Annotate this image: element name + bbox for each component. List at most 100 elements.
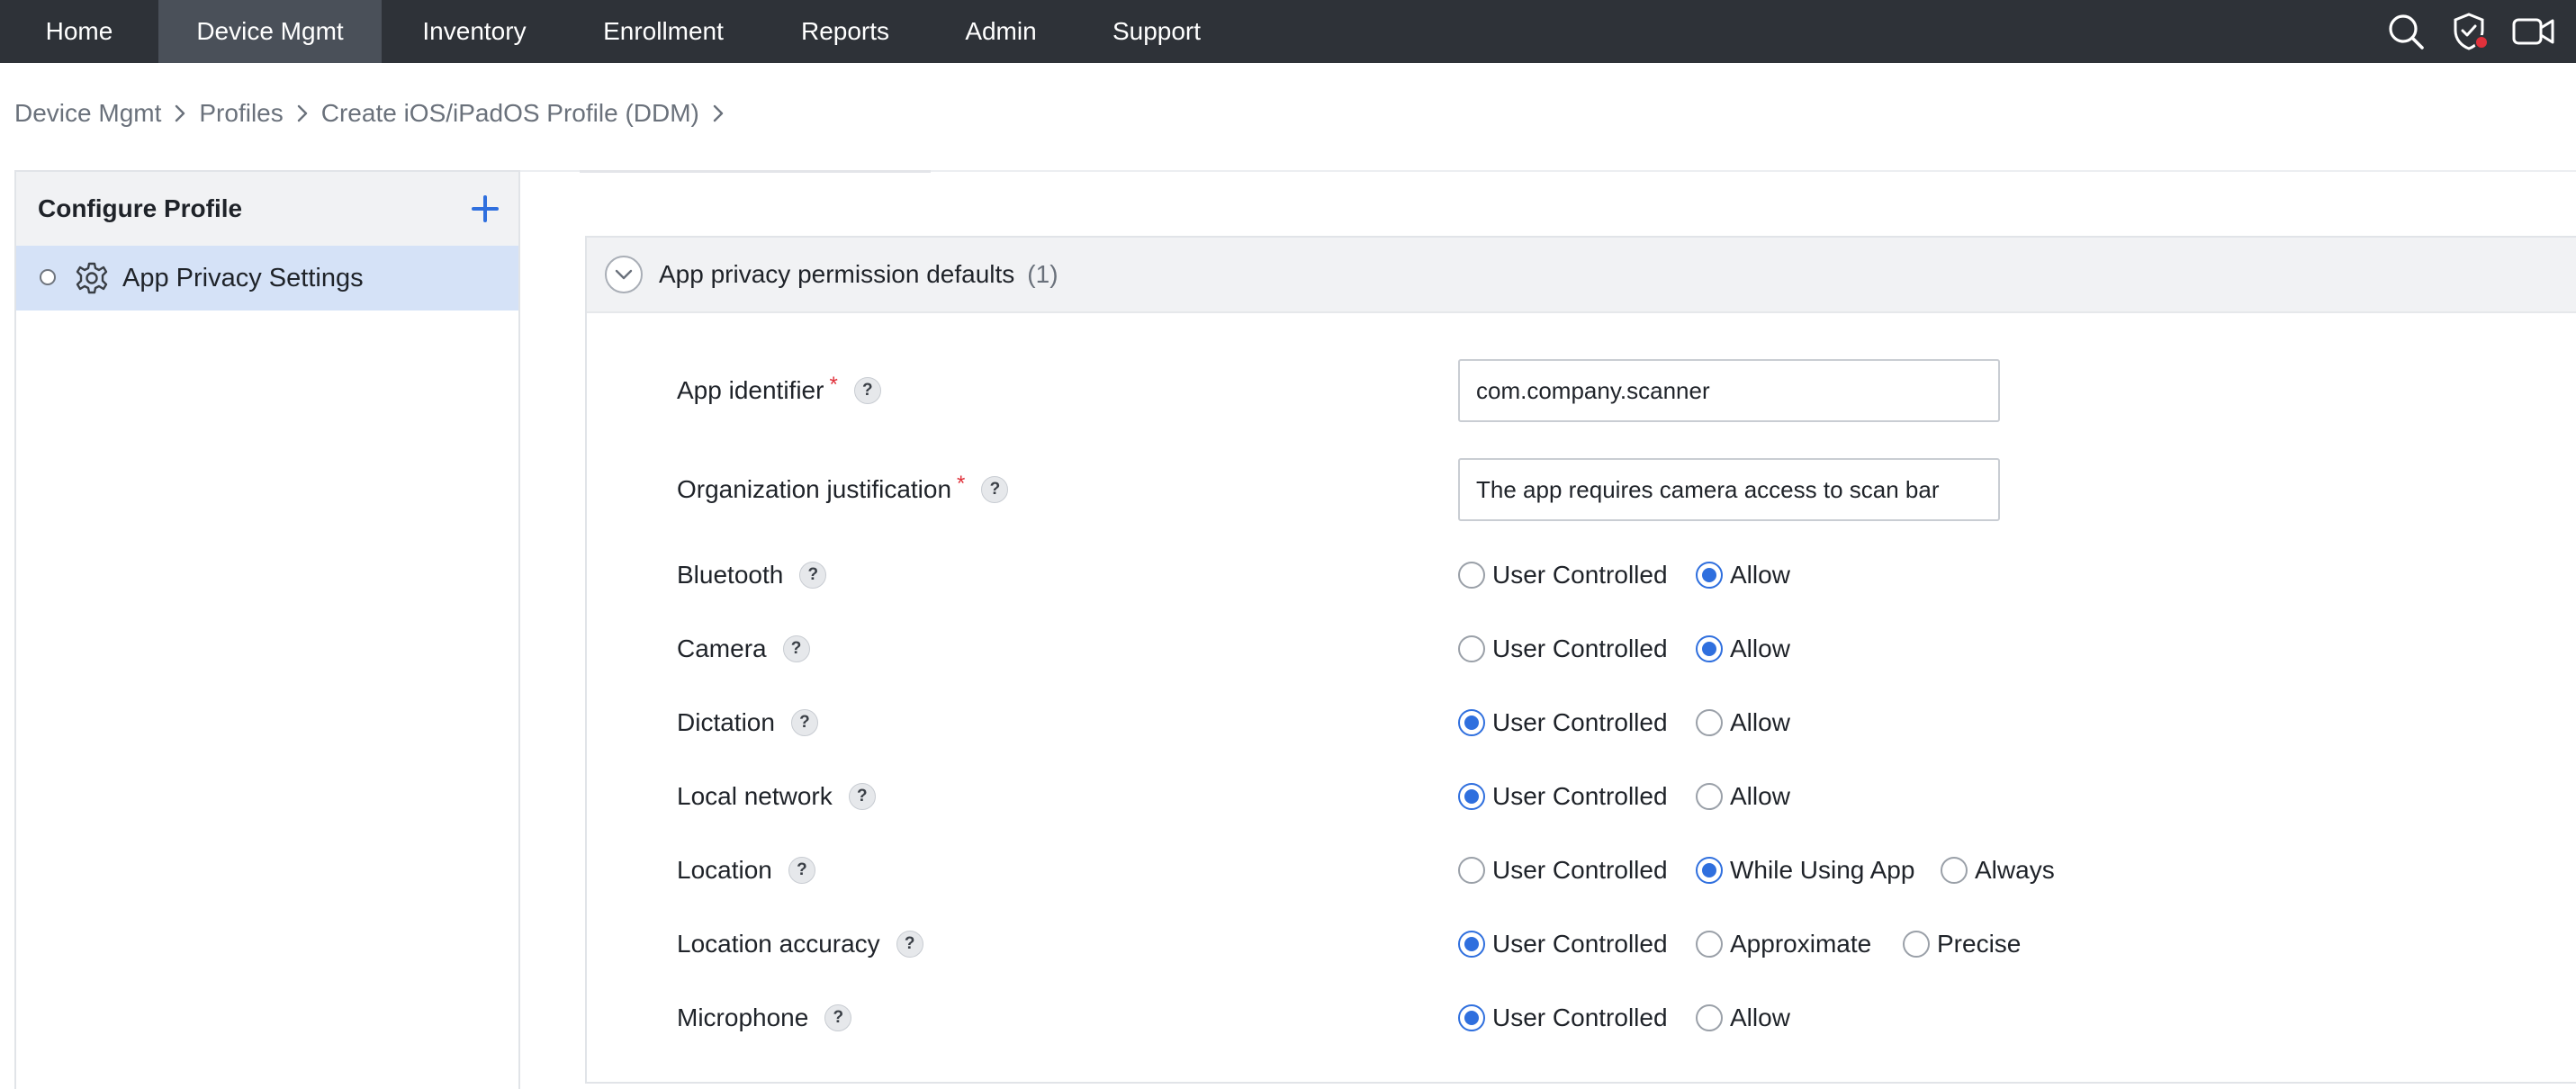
location-accuracy-option-user-controlled[interactable]: User Controlled — [1458, 930, 1696, 958]
dictation-option-allow[interactable]: Allow — [1696, 708, 1822, 737]
permission-label: Local network — [677, 782, 833, 810]
help-icon[interactable]: ? — [790, 709, 818, 736]
bluetooth-radio-group: User Controlled Allow — [1458, 553, 1822, 598]
camera-option-user-controlled[interactable]: User Controlled — [1458, 634, 1696, 663]
panel-title: App privacy permission defaults (1) — [659, 238, 1058, 311]
help-icon[interactable]: ? — [981, 476, 1009, 503]
org-justification-label: Organization justification * ? — [677, 467, 1009, 512]
help-icon[interactable]: ? — [853, 377, 881, 404]
breadcrumb-profiles[interactable]: Profiles — [199, 99, 283, 128]
radio-label: User Controlled — [1492, 708, 1668, 736]
help-icon[interactable]: ? — [782, 635, 810, 662]
radio-checked-icon[interactable] — [1696, 635, 1723, 662]
bluetooth-option-user-controlled[interactable]: User Controlled — [1458, 561, 1696, 590]
field-label: App identifier — [677, 376, 824, 404]
help-icon[interactable]: ? — [824, 1004, 852, 1031]
nav-tab-inventory[interactable]: Inventory — [382, 0, 567, 63]
microphone-option-allow[interactable]: Allow — [1696, 1004, 1822, 1032]
radio-unchecked-icon[interactable] — [1696, 1004, 1723, 1031]
camera-option-allow[interactable]: Allow — [1696, 634, 1822, 663]
nav-tab-reports[interactable]: Reports — [760, 0, 931, 63]
chevron-right-icon — [174, 104, 186, 123]
radio-label: Allow — [1730, 708, 1790, 736]
microphone-option-user-controlled[interactable]: User Controlled — [1458, 1004, 1696, 1032]
local-network-radio-group: User Controlled Allow — [1458, 774, 1822, 819]
radio-label: User Controlled — [1492, 1004, 1668, 1031]
local-network-option-user-controlled[interactable]: User Controlled — [1458, 782, 1696, 811]
radio-unchecked-icon[interactable] — [1696, 709, 1723, 736]
radio-unchecked-icon[interactable] — [1458, 857, 1485, 884]
location-radio-group: User Controlled While Using App Always — [1458, 848, 2085, 893]
radio-unchecked-icon[interactable] — [1903, 931, 1930, 958]
plus-icon[interactable] — [464, 188, 506, 230]
org-justification-input[interactable]: The app requires camera access to scan b… — [1458, 458, 2000, 521]
breadcrumb-device-mgmt[interactable]: Device Mgmt — [14, 99, 161, 128]
radio-label: Precise — [1937, 930, 2022, 958]
radio-label: Allow — [1730, 634, 1790, 662]
panel-item-count: (1) — [1027, 260, 1058, 288]
radio-label: User Controlled — [1492, 930, 1668, 958]
nav-tab-support[interactable]: Support — [1071, 0, 1242, 63]
radio-checked-icon[interactable] — [1696, 562, 1723, 589]
radio-unchecked-icon[interactable] — [1458, 635, 1485, 662]
chevron-down-icon[interactable] — [605, 256, 643, 293]
dictation-radio-group: User Controlled Allow — [1458, 700, 1822, 745]
location-option-always[interactable]: Always — [1941, 856, 2085, 885]
help-icon[interactable]: ? — [896, 931, 923, 958]
location-accuracy-option-approximate[interactable]: Approximate — [1696, 930, 1903, 958]
required-asterisk: * — [957, 472, 966, 496]
help-icon[interactable]: ? — [799, 562, 827, 589]
radio-label: User Controlled — [1492, 561, 1668, 589]
panel-header[interactable]: App privacy permission defaults (1) — [587, 238, 2576, 313]
nav-tab-device-mgmt[interactable]: Device Mgmt — [158, 0, 382, 63]
radio-label: Allow — [1730, 561, 1790, 589]
location-option-while-using-app[interactable]: While Using App — [1696, 856, 1941, 885]
location-accuracy-label: Location accuracy? — [677, 922, 923, 967]
location-option-user-controlled[interactable]: User Controlled — [1458, 856, 1696, 885]
radio-checked-icon[interactable] — [1458, 709, 1485, 736]
microphone-radio-group: User Controlled Allow — [1458, 995, 1822, 1040]
sidebar-header: Configure Profile — [16, 172, 518, 246]
required-asterisk: * — [829, 373, 838, 397]
help-icon[interactable]: ? — [848, 783, 876, 810]
sidebar-item-app-privacy-settings[interactable]: App Privacy Settings — [16, 246, 518, 310]
local-network-option-allow[interactable]: Allow — [1696, 782, 1822, 811]
search-icon[interactable] — [2380, 5, 2432, 58]
app-privacy-defaults-panel: App privacy permission defaults (1) App … — [585, 236, 2576, 1084]
radio-checked-icon[interactable] — [1458, 783, 1485, 810]
radio-label: Allow — [1730, 1004, 1790, 1031]
nav-tab-admin[interactable]: Admin — [931, 0, 1071, 63]
permission-label: Camera — [677, 634, 767, 662]
nav-tab-enrollment[interactable]: Enrollment — [567, 0, 760, 63]
section-divider-accent — [580, 170, 931, 173]
radio-unchecked-icon[interactable] — [1458, 562, 1485, 589]
camera-label: Camera? — [677, 626, 810, 671]
permission-label: Microphone — [677, 1004, 809, 1031]
microphone-label: Microphone? — [677, 995, 852, 1040]
location-accuracy-option-precise[interactable]: Precise — [1903, 930, 2038, 958]
permission-label: Location accuracy — [677, 930, 880, 958]
location-label: Location? — [677, 848, 815, 893]
video-camera-icon[interactable] — [2508, 5, 2560, 58]
radio-unchecked-icon[interactable] — [1941, 857, 1968, 884]
radio-unchecked-icon[interactable] — [1696, 931, 1723, 958]
help-icon[interactable]: ? — [788, 857, 815, 884]
radio-label: While Using App — [1730, 856, 1915, 884]
radio-checked-icon[interactable] — [1458, 931, 1485, 958]
status-dot — [40, 269, 56, 285]
dictation-option-user-controlled[interactable]: User Controlled — [1458, 708, 1696, 737]
chevron-right-icon — [296, 104, 309, 123]
shield-alert-icon[interactable] — [2445, 5, 2497, 58]
bluetooth-label: Bluetooth? — [677, 553, 827, 598]
dictation-label: Dictation? — [677, 700, 818, 745]
breadcrumb: Device Mgmt Profiles Create iOS/iPadOS P… — [14, 94, 737, 133]
radio-unchecked-icon[interactable] — [1696, 783, 1723, 810]
app-identifier-input[interactable]: com.company.scanner — [1458, 359, 2000, 422]
camera-radio-group: User Controlled Allow — [1458, 626, 1822, 671]
radio-checked-icon[interactable] — [1696, 857, 1723, 884]
nav-tab-home[interactable]: Home — [0, 0, 158, 63]
radio-label: Always — [1975, 856, 2055, 884]
bluetooth-option-allow[interactable]: Allow — [1696, 561, 1822, 590]
radio-checked-icon[interactable] — [1458, 1004, 1485, 1031]
radio-label: Approximate — [1730, 930, 1872, 958]
